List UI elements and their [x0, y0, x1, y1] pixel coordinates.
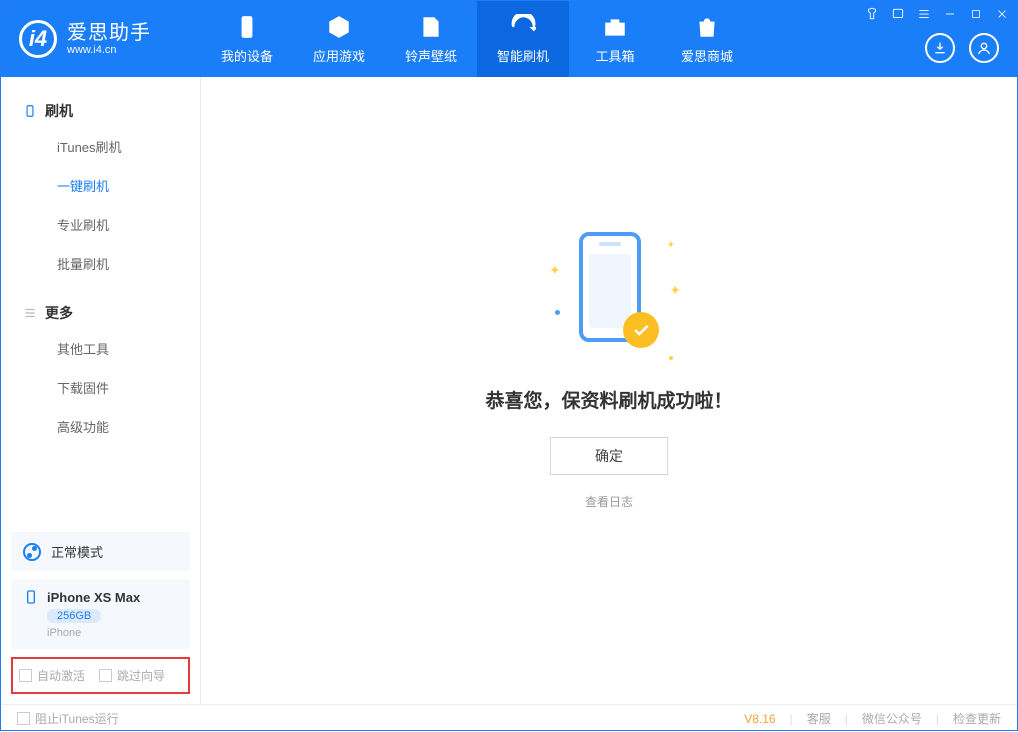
nav-toolbox[interactable]: 工具箱 — [569, 1, 661, 77]
top-nav: 我的设备 应用游戏 铃声壁纸 智能刷机 工具箱 爱思商城 — [201, 1, 753, 77]
user-button[interactable] — [969, 33, 999, 63]
wechat-link[interactable]: 微信公众号 — [862, 710, 922, 727]
sparkle-icon: ✦ — [667, 240, 675, 251]
sidebar-group-flash: 刷机 — [1, 95, 200, 127]
nav-ringtones-wallpaper[interactable]: 铃声壁纸 — [385, 1, 477, 77]
download-button[interactable] — [925, 33, 955, 63]
sparkle-icon: ✦ — [549, 262, 561, 279]
block-itunes-checkbox[interactable]: 阻止iTunes运行 — [17, 710, 119, 727]
device-name: iPhone XS Max — [47, 590, 140, 605]
app-name: 爱思助手 — [67, 22, 151, 44]
dot-icon — [555, 310, 560, 315]
skip-guide-checkbox[interactable]: 跳过向导 — [99, 667, 165, 684]
cube-icon — [326, 14, 352, 40]
phone-icon — [234, 14, 260, 40]
device-phone-icon — [23, 589, 39, 605]
minimize-button[interactable] — [937, 3, 963, 25]
mode-icon — [23, 543, 41, 561]
ok-button[interactable]: 确定 — [550, 437, 668, 475]
list-icon — [23, 306, 37, 320]
nav-label: 爱思商城 — [681, 46, 733, 65]
phone-small-icon — [23, 104, 37, 118]
device-mode-card[interactable]: 正常模式 — [11, 532, 190, 571]
nav-label: 应用游戏 — [313, 46, 365, 65]
nav-my-device[interactable]: 我的设备 — [201, 1, 293, 77]
device-model: iPhone — [47, 627, 81, 639]
support-link[interactable]: 客服 — [807, 710, 831, 727]
success-badge-icon — [623, 312, 659, 348]
sidebar: 刷机 iTunes刷机 一键刷机 专业刷机 批量刷机 更多 其他工具 下载固件 … — [1, 77, 201, 704]
toolbox-icon — [602, 14, 628, 40]
bag-icon — [694, 14, 720, 40]
success-illustration: ✦ ✦ ✦ — [549, 232, 669, 362]
nav-apps-games[interactable]: 应用游戏 — [293, 1, 385, 77]
footer: 阻止iTunes运行 V8.16 | 客服 | 微信公众号 | 检查更新 — [1, 704, 1017, 732]
skin-icon[interactable] — [859, 3, 885, 25]
sidebar-item-one-click-flash[interactable]: 一键刷机 — [1, 166, 200, 205]
refresh-shield-icon — [510, 14, 536, 40]
feedback-icon[interactable] — [885, 3, 911, 25]
checkbox-icon — [19, 669, 32, 682]
device-card[interactable]: iPhone XS Max 256GB iPhone — [11, 579, 190, 649]
nav-store[interactable]: 爱思商城 — [661, 1, 753, 77]
menu-icon[interactable] — [911, 3, 937, 25]
nav-smart-flash[interactable]: 智能刷机 — [477, 1, 569, 77]
mode-label: 正常模式 — [51, 542, 103, 561]
sidebar-item-advanced[interactable]: 高级功能 — [1, 407, 200, 446]
sidebar-group-more: 更多 — [1, 297, 200, 329]
dot-icon — [669, 356, 673, 360]
music-file-icon — [418, 14, 444, 40]
checkbox-icon — [99, 669, 112, 682]
nav-label: 工具箱 — [595, 46, 634, 65]
check-update-link[interactable]: 检查更新 — [953, 710, 1001, 727]
maximize-button[interactable] — [963, 3, 989, 25]
app-url: www.i4.cn — [67, 44, 151, 56]
main-content: ✦ ✦ ✦ 恭喜您，保资料刷机成功啦！ 确定 查看日志 — [201, 77, 1017, 704]
flash-options-panel: 自动激活 跳过向导 — [11, 657, 190, 694]
nav-label: 智能刷机 — [497, 46, 549, 65]
close-button[interactable] — [989, 3, 1015, 25]
app-logo[interactable]: i4 爱思助手 www.i4.cn — [1, 1, 201, 77]
sparkle-icon: ✦ — [669, 282, 681, 299]
sidebar-item-download-firmware[interactable]: 下载固件 — [1, 368, 200, 407]
header: i4 爱思助手 www.i4.cn 我的设备 应用游戏 铃声壁纸 智能刷机 工具… — [1, 1, 1017, 77]
checkbox-icon — [17, 712, 30, 725]
sidebar-item-batch-flash[interactable]: 批量刷机 — [1, 244, 200, 283]
device-storage: 256GB — [47, 609, 101, 623]
window-controls — [859, 3, 1015, 25]
sidebar-item-itunes-flash[interactable]: iTunes刷机 — [1, 127, 200, 166]
view-log-link[interactable]: 查看日志 — [585, 493, 633, 510]
version-label: V8.16 — [744, 712, 775, 726]
sidebar-item-pro-flash[interactable]: 专业刷机 — [1, 205, 200, 244]
nav-label: 铃声壁纸 — [405, 46, 457, 65]
logo-icon: i4 — [19, 20, 57, 58]
success-message: 恭喜您，保资料刷机成功啦！ — [485, 386, 732, 413]
nav-label: 我的设备 — [221, 46, 273, 65]
auto-activate-checkbox[interactable]: 自动激活 — [19, 667, 85, 684]
sidebar-item-other-tools[interactable]: 其他工具 — [1, 329, 200, 368]
